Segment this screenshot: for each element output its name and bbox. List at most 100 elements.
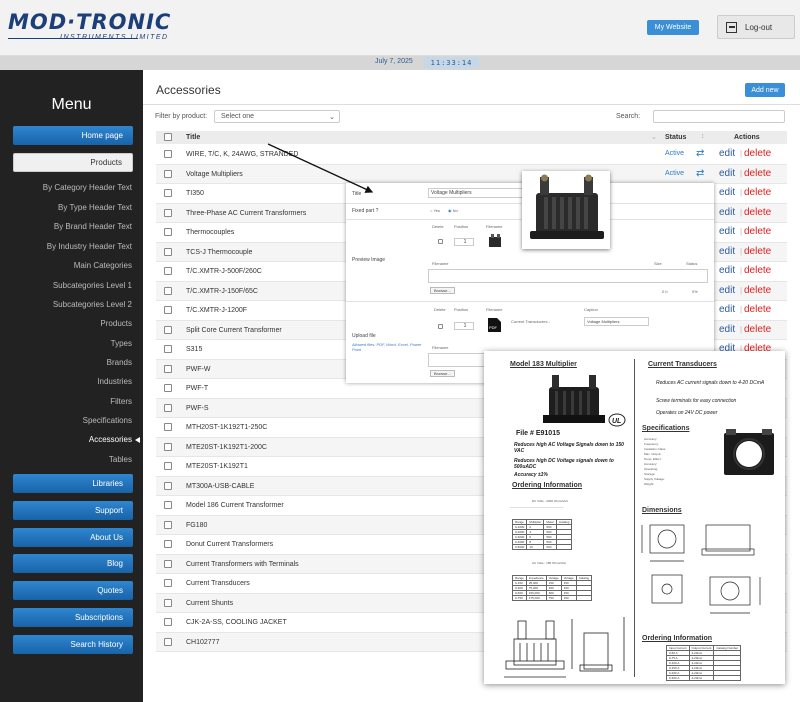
row-checkbox[interactable] [164,325,172,334]
sidebar-link[interactable]: Brands [107,358,132,367]
delete-link[interactable]: delete [744,285,771,296]
sidebar-link[interactable]: By Brand Header Text [54,222,132,231]
delete-link[interactable]: delete [744,168,771,179]
sidebar-link[interactable]: By Type Header Text [58,203,132,212]
sidebar-button[interactable]: About Us [13,528,133,547]
sidebar-button[interactable]: Subscriptions [13,608,133,627]
browse-button[interactable]: Browse... [430,287,455,294]
row-checkbox[interactable] [164,403,172,412]
sidebar-products-button[interactable]: Products [13,153,133,172]
edit-link[interactable]: edit [719,285,735,296]
status-badge[interactable]: Active [665,170,684,177]
search-input[interactable] [653,110,785,123]
sidebar-link[interactable]: Products [100,319,132,328]
sidebar-link[interactable]: Subcategories Level 1 [53,281,132,290]
edit-link[interactable]: edit [719,246,735,257]
edit-link[interactable]: edit [719,226,735,237]
sidebar-home-button[interactable]: Home page [13,126,133,145]
delete-checkbox[interactable] [438,239,443,244]
row-checkbox[interactable] [164,247,172,256]
logout-button[interactable]: Log-out [717,15,795,39]
sidebar-link[interactable]: Subcategories Level 2 [53,300,132,309]
sidebar-button[interactable]: Blog [13,554,133,573]
row-checkbox[interactable] [164,208,172,217]
column-title[interactable]: Title [186,134,200,141]
sidebar-link[interactable]: By Category Header Text [43,183,132,192]
row-checkbox[interactable] [164,540,172,548]
fixed-yes-radio[interactable]: ○ Yes [430,208,440,213]
filename-input[interactable] [428,269,708,283]
delete-link[interactable]: delete [744,246,771,257]
row-checkbox[interactable] [164,364,172,373]
position-input[interactable]: 1 [454,238,474,246]
edit-link[interactable]: edit [719,304,735,315]
browse-button-2[interactable]: Browse... [430,370,455,377]
delete-link[interactable]: delete [744,304,771,315]
row-checkbox[interactable] [164,228,172,236]
row-checkbox[interactable] [164,481,172,490]
table-row[interactable]: WIRE, T/C, K, 24AWG, STRANDED Active ⇄ edit… [156,145,787,165]
row-checkbox[interactable] [164,267,172,275]
row-checkbox[interactable] [164,345,172,353]
my-website-button[interactable]: My Website [647,20,699,35]
row-checkbox[interactable] [164,189,172,197]
edit-link[interactable]: edit [719,207,735,218]
edit-link[interactable]: edit [719,265,735,276]
sort-icon[interactable]: ⌄ [651,133,657,141]
sidebar-link[interactable]: Specifications [83,416,132,425]
sidebar-link[interactable]: Accessories [89,435,141,444]
edit-link[interactable]: edit [719,168,735,179]
sidebar-button[interactable]: Support [13,501,133,520]
sync-icon[interactable]: ⇄ [696,168,704,179]
row-checkbox[interactable] [164,384,172,392]
status-badge[interactable]: Active [665,150,684,157]
delete-link[interactable]: delete [744,207,771,218]
delete-link[interactable]: delete [744,324,771,335]
transducer-photo [724,429,774,475]
delete-link[interactable]: delete [744,265,771,276]
sidebar-button[interactable]: Quotes [13,581,133,600]
sidebar-link[interactable]: Main Categories [74,261,132,270]
caption-input[interactable]: Voltage Multipliers [584,317,649,326]
sync-icon[interactable]: ⇄ [696,148,704,159]
select-all-checkbox[interactable] [164,133,172,141]
row-checkbox[interactable] [164,150,172,158]
row-checkbox[interactable] [164,618,172,626]
logo[interactable]: MOD·TRONIC INSTRUMENTS LIMITED [8,10,171,41]
row-checkbox[interactable] [164,559,172,568]
row-checkbox[interactable] [164,579,172,587]
row-checkbox[interactable] [164,286,172,295]
row-checkbox[interactable] [164,501,172,509]
row-checkbox[interactable] [164,442,172,451]
add-new-button[interactable]: Add new [745,83,785,97]
row-checkbox[interactable] [164,520,172,529]
sidebar-button[interactable]: Libraries [13,474,133,493]
delete-link[interactable]: delete [744,187,771,198]
table-row[interactable]: Voltage Multipliers Active ⇄ edit | delete [156,164,787,184]
row-checkbox[interactable] [164,637,172,646]
multiplier-dimension-drawing [504,617,625,678]
row-checkbox[interactable] [164,462,172,470]
sort-icon[interactable]: ↕ [701,133,705,140]
delete-link[interactable]: delete [744,148,771,159]
filter-product-select[interactable]: Select one ⌄ [214,110,340,123]
edit-link[interactable]: edit [719,324,735,335]
sidebar-link[interactable]: By Industry Header Text [47,242,132,251]
file-position-input[interactable]: 1 [454,322,474,330]
sidebar-link[interactable]: Filters [110,397,132,406]
sidebar-link[interactable]: Industries [97,377,132,386]
row-checkbox[interactable] [164,598,172,607]
delete-link[interactable]: delete [744,226,771,237]
delete-file-checkbox[interactable] [438,324,443,329]
row-checkbox[interactable] [164,169,172,178]
title-input[interactable]: Voltage Multipliers [428,188,528,198]
row-checkbox[interactable] [164,423,172,431]
sidebar-button[interactable]: Search History [13,635,133,654]
edit-link[interactable]: edit [719,148,735,159]
sidebar-link[interactable]: Types [111,339,132,348]
fixed-no-radio[interactable]: ◉ No [448,208,458,213]
row-checkbox[interactable] [164,306,172,314]
edit-link[interactable]: edit [719,187,735,198]
sidebar-link[interactable]: Tables [109,455,132,464]
column-status[interactable]: Status [665,134,686,141]
